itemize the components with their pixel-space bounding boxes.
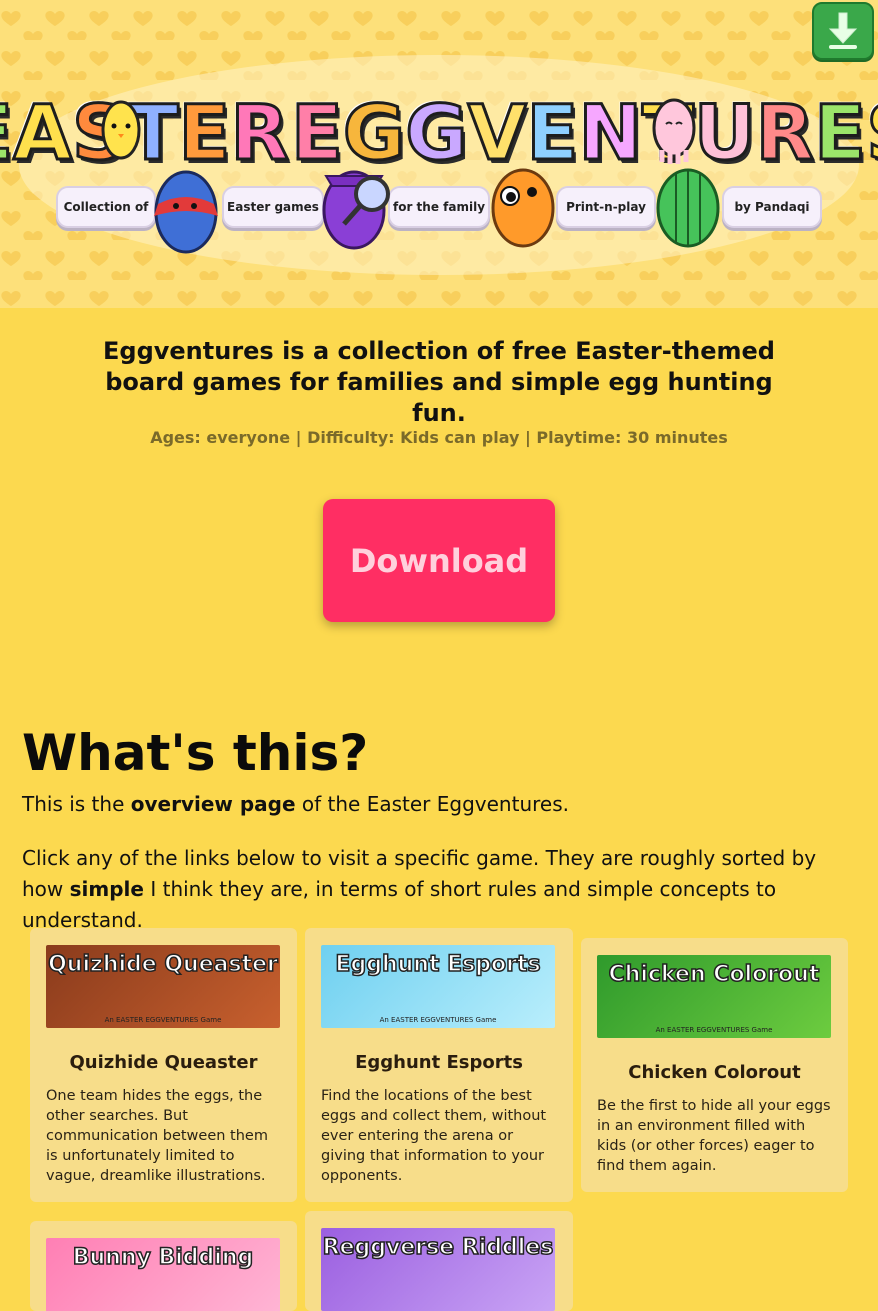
thumbnail-title: Bunny Bidding [72,1245,254,1271]
game-thumbnail-chicken-colorout[interactable]: Chicken Colorout An EASTER EGGVENTURES G… [597,955,831,1038]
section-heading-whats-this: What's this? [22,724,369,782]
game-card-quizhide-queaster[interactable]: Quizhide Queaster An EASTER EGGVENTURES … [30,928,297,1202]
instructions-paragraph: Click any of the links below to visit a … [22,843,842,936]
ribbon-collection-of: Collection of [56,186,156,228]
thumbnail-title: Egghunt Esports [335,952,542,978]
logo-letter: G [404,87,469,179]
game-card-bunny-bidding[interactable]: Bunny Bidding [30,1221,297,1311]
download-button[interactable]: Download [323,499,555,622]
logo-letter: E [0,87,15,179]
header-banner: EASTER EGGVENTURES Collection of Easter … [0,0,878,308]
overview-text-post: of the Easter Eggventures. [295,792,569,816]
thumbnail-subtitle: An EASTER EGGVENTURES Game [104,1016,222,1024]
download-corner-button[interactable] [812,2,874,60]
game-thumbnail-reggverse-riddles[interactable]: Reggverse Riddles [321,1228,555,1311]
game-card-chicken-colorout[interactable]: Chicken Colorout An EASTER EGGVENTURES G… [581,938,848,1192]
game-thumbnail-egghunt-esports[interactable]: Egghunt Esports An EASTER EGGVENTURES Ga… [321,945,555,1028]
game-description: Find the locations of the best eggs and … [321,1088,547,1184]
game-thumbnail-bunny-bidding[interactable]: Bunny Bidding [46,1238,280,1311]
logo-letter: R [754,87,815,179]
purple-detective-egg-icon [322,170,390,250]
thumbnail-subtitle: An EASTER EGGVENTURES Game [379,1016,497,1024]
game-description: One team hides the eggs, the other searc… [46,1088,268,1184]
logo-letter: E [813,87,868,179]
logo-letter: N [577,87,644,179]
thumbnail-title: Chicken Colorout [608,962,820,988]
game-card-reggverse-riddles[interactable]: Reggverse Riddles [305,1211,573,1311]
thumbnail-subtitle: An EASTER EGGVENTURES Game [655,1026,773,1034]
blue-egg-character-icon [154,170,218,254]
orange-egg-character-icon [491,168,555,248]
ribbon-for-the-family: for the family [388,186,490,228]
thumbnail-title: Reggverse Riddles [322,1235,554,1261]
logo-letter: R [229,87,290,179]
game-thumbnail-quizhide-queaster[interactable]: Quizhide Queaster An EASTER EGGVENTURES … [46,945,280,1028]
game-title[interactable]: Quizhide Queaster [30,1052,297,1073]
game-title[interactable]: Egghunt Esports [305,1052,573,1073]
logo-letter: A [12,87,74,179]
overview-paragraph: This is the overview page of the Easter … [22,789,842,820]
game-description: Be the first to hide all your eggs in an… [597,1098,831,1174]
game-card-egghunt-esports[interactable]: Egghunt Esports An EASTER EGGVENTURES Ga… [305,928,573,1202]
ribbon-print-n-play: Print-n-play [556,186,656,228]
game-meta-info: Ages: everyone | Difficulty: Kids can pl… [150,428,728,447]
ribbon-by-pandaqi: by Pandaqi [722,186,822,228]
download-arrow-icon [828,12,858,49]
logo-letter: S [865,87,878,179]
overview-page-bold: overview page [130,792,296,816]
ribbon-easter-games: Easter games [222,186,324,228]
cactus-egg-character-icon [656,168,720,248]
thumbnail-title: Quizhide Queaster [47,952,278,978]
bunny-egg-icon [652,98,696,164]
intro-tagline: Eggventures is a collection of free East… [103,337,775,427]
game-title[interactable]: Chicken Colorout [581,1062,848,1083]
chick-egg-icon [101,100,141,160]
overview-text-pre: This is the [22,792,131,816]
simple-bold: simple [69,877,144,901]
